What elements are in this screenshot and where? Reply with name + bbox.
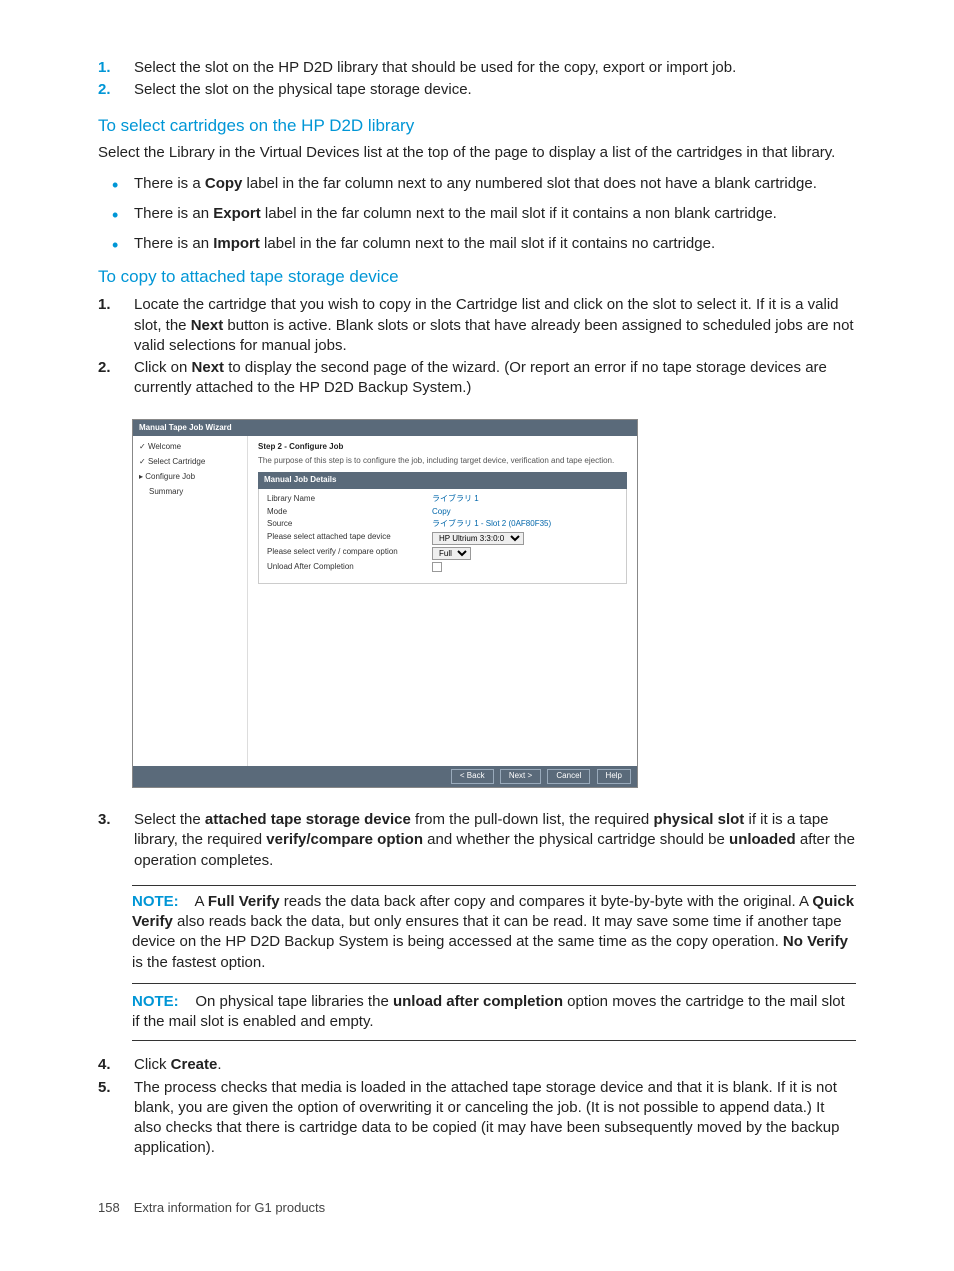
panel-header: Manual Job Details — [258, 472, 627, 489]
note-unload: NOTE: On physical tape libraries the unl… — [132, 983, 856, 1033]
sidebar-item-configure-job[interactable]: Configure Job — [139, 472, 241, 483]
wizard-footer: < Back Next > Cancel Help — [133, 766, 637, 787]
sidebar-item-welcome[interactable]: Welcome — [139, 442, 241, 453]
help-button[interactable]: Help — [597, 769, 631, 784]
section-select-cartridges: To select cartridges on the HP D2D libra… — [98, 115, 856, 138]
bullet-icon: • — [98, 234, 134, 254]
step-text-1: Select the slot on the HP D2D library th… — [134, 58, 856, 78]
bullet-copy: There is a Copy label in the far column … — [134, 174, 856, 194]
value-source: ライブラリ 1 - Slot 2 (0AF80F35) — [432, 519, 618, 530]
bullet-icon: • — [98, 204, 134, 224]
bullet-import: There is an Import label in the far colu… — [134, 234, 856, 254]
select-verify-option[interactable]: Full — [432, 547, 471, 560]
intro-steps: 1.Select the slot on the HP D2D library … — [98, 58, 856, 101]
step-text-2: Select the slot on the physical tape sto… — [134, 80, 856, 100]
footer-text: Extra information for G1 products — [134, 1200, 325, 1215]
step-text: Click on Next to display the second page… — [134, 358, 856, 399]
panel-body: Library Nameライブラリ 1 ModeCopy Sourceライブラリ… — [258, 489, 627, 584]
page-footer: 158 Extra information for G1 products — [98, 1199, 856, 1217]
copy-steps-4-5: 4.Click Create. 5.The process checks tha… — [98, 1055, 856, 1158]
step-num: 3. — [98, 810, 134, 871]
next-button[interactable]: Next > — [500, 769, 541, 784]
step-text: The process checks that media is loaded … — [134, 1078, 856, 1159]
page-number: 158 — [98, 1200, 120, 1215]
step-num-1: 1. — [98, 58, 134, 78]
sidebar-item-select-cartridge[interactable]: Select Cartridge — [139, 457, 241, 468]
wizard-titlebar: Manual Tape Job Wizard — [133, 420, 637, 437]
wizard-screenshot: Manual Tape Job Wizard Welcome Select Ca… — [132, 419, 638, 789]
step-num: 2. — [98, 358, 134, 399]
label-mode: Mode — [267, 507, 432, 518]
label-verify-option: Please select verify / compare option — [267, 547, 432, 560]
value-mode: Copy — [432, 507, 618, 518]
wizard-step-desc: The purpose of this step is to configure… — [258, 456, 627, 467]
step-num: 4. — [98, 1055, 134, 1075]
bullet-export: There is an Export label in the far colu… — [134, 204, 856, 224]
copy-step-3: 3.Select the attached tape storage devic… — [98, 810, 856, 871]
step-num: 1. — [98, 295, 134, 356]
bullet-icon: • — [98, 174, 134, 194]
label-tape-device: Please select attached tape device — [267, 532, 432, 545]
label-source: Source — [267, 519, 432, 530]
step-num-2: 2. — [98, 80, 134, 100]
note-block: NOTE: A Full Verify reads the data back … — [132, 885, 856, 1042]
note-verify: NOTE: A Full Verify reads the data back … — [132, 892, 856, 973]
step-num: 5. — [98, 1078, 134, 1159]
label-library-name: Library Name — [267, 494, 432, 505]
sect1-para: Select the Library in the Virtual Device… — [98, 143, 856, 163]
step-text: Click Create. — [134, 1055, 856, 1075]
checkbox-unload-after[interactable] — [432, 562, 442, 572]
wizard-step-title: Step 2 - Configure Job — [258, 442, 627, 453]
wizard-sidebar: Welcome Select Cartridge Configure Job S… — [133, 436, 248, 766]
select-tape-device[interactable]: HP Ultrium 3:3:0:0 — [432, 532, 524, 545]
value-library-name: ライブラリ 1 — [432, 494, 618, 505]
label-unload-after: Unload After Completion — [267, 562, 432, 576]
sect1-bullets: •There is a Copy label in the far column… — [98, 174, 856, 255]
section-copy-to-tape: To copy to attached tape storage device — [98, 266, 856, 289]
step-text: Locate the cartridge that you wish to co… — [134, 295, 856, 356]
wizard-main: Step 2 - Configure Job The purpose of th… — [248, 436, 637, 766]
sidebar-item-summary[interactable]: Summary — [139, 487, 241, 498]
back-button[interactable]: < Back — [451, 769, 494, 784]
copy-steps-1-2: 1.Locate the cartridge that you wish to … — [98, 295, 856, 398]
step-text: Select the attached tape storage device … — [134, 810, 856, 871]
cancel-button[interactable]: Cancel — [547, 769, 590, 784]
